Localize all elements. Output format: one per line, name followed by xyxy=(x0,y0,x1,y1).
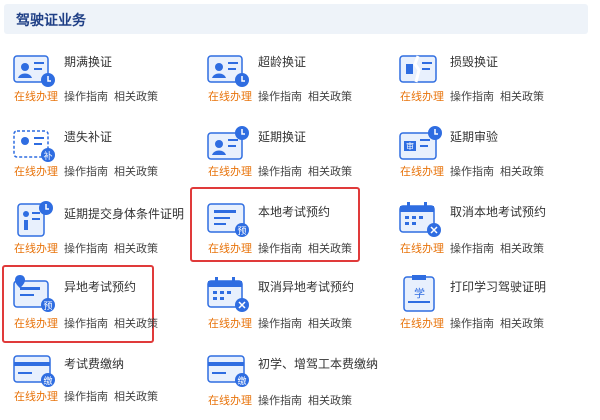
cancel-calendar-icon xyxy=(398,200,442,240)
remote-exam-icon: 预 xyxy=(12,275,56,315)
service-item[interactable]: 期满换证 在线办理 操作指南 相关政策 xyxy=(6,50,186,130)
service-item[interactable]: 审 延期审验 在线办理 操作指南 相关政策 xyxy=(392,125,572,205)
service-title: 延期换证 xyxy=(258,130,307,144)
guide-link[interactable]: 操作指南 xyxy=(258,394,302,407)
guide-link[interactable]: 操作指南 xyxy=(64,90,108,103)
service-item[interactable]: 延期提交身体条件证明 在线办理 操作指南 相关政策 xyxy=(6,200,186,280)
policy-link[interactable]: 相关政策 xyxy=(114,242,158,255)
online-handle-link[interactable]: 在线办理 xyxy=(14,90,58,103)
policy-link[interactable]: 相关政策 xyxy=(500,242,544,255)
service-item[interactable]: 损毁换证 在线办理 操作指南 相关政策 xyxy=(392,50,572,130)
service-title: 初学、增驾工本费缴纳 xyxy=(258,357,379,371)
svg-text:缴: 缴 xyxy=(237,375,246,387)
online-handle-link[interactable]: 在线办理 xyxy=(208,90,252,103)
policy-link[interactable]: 相关政策 xyxy=(308,165,352,178)
guide-link[interactable]: 操作指南 xyxy=(64,317,108,330)
policy-link[interactable]: 相关政策 xyxy=(308,317,352,330)
service-item[interactable]: 超龄换证 在线办理 操作指南 相关政策 xyxy=(200,50,380,130)
service-title: 损毁换证 xyxy=(450,55,499,69)
service-title: 遗失补证 xyxy=(64,130,113,144)
policy-link[interactable]: 相关政策 xyxy=(500,90,544,103)
service-item[interactable]: 学 打印学习驾驶证明 在线办理 操作指南 相关政策 xyxy=(392,275,572,355)
service-title: 延期审验 xyxy=(450,130,499,144)
policy-link[interactable]: 相关政策 xyxy=(308,242,352,255)
service-title: 期满换证 xyxy=(64,55,113,69)
policy-link[interactable]: 相关政策 xyxy=(500,165,544,178)
service-title: 打印学习驾驶证明 xyxy=(450,280,547,294)
service-item[interactable]: 延期换证 在线办理 操作指南 相关政策 xyxy=(200,125,380,205)
service-item[interactable]: 取消本地考试预约 在线办理 操作指南 相关政策 xyxy=(392,200,572,280)
online-handle-link[interactable]: 在线办理 xyxy=(400,317,444,330)
service-title: 考试费缴纳 xyxy=(64,357,125,371)
svg-text:审: 审 xyxy=(406,141,414,151)
extend-card-icon xyxy=(206,125,250,165)
guide-link[interactable]: 操作指南 xyxy=(450,242,494,255)
policy-link[interactable]: 相关政策 xyxy=(114,165,158,178)
print-learner-icon: 学 xyxy=(398,275,442,315)
cancel-calendar-icon xyxy=(206,275,250,315)
service-item[interactable]: 补 遗失补证 在线办理 操作指南 相关政策 xyxy=(6,125,186,205)
online-handle-link[interactable]: 在线办理 xyxy=(14,242,58,255)
section-header: 驾驶证业务 xyxy=(4,4,588,34)
online-handle-link[interactable]: 在线办理 xyxy=(400,165,444,178)
guide-link[interactable]: 操作指南 xyxy=(64,165,108,178)
damaged-card-icon xyxy=(398,50,442,90)
online-handle-link[interactable]: 在线办理 xyxy=(208,317,252,330)
service-title: 超龄换证 xyxy=(258,55,307,69)
extend-review-icon: 审 xyxy=(398,125,442,165)
service-title: 本地考试预约 xyxy=(258,205,331,219)
service-title: 异地考试预约 xyxy=(64,280,137,294)
guide-link[interactable]: 操作指南 xyxy=(258,317,302,330)
service-item[interactable]: 缴 初学、增驾工本费缴纳 在线办理 操作指南 相关政策 xyxy=(200,352,380,420)
service-title: 取消异地考试预约 xyxy=(258,280,355,294)
online-handle-link[interactable]: 在线办理 xyxy=(14,317,58,330)
guide-link[interactable]: 操作指南 xyxy=(258,242,302,255)
svg-text:补: 补 xyxy=(43,150,52,162)
local-exam-icon: 预 xyxy=(206,200,250,240)
policy-link[interactable]: 相关政策 xyxy=(114,90,158,103)
online-handle-link[interactable]: 在线办理 xyxy=(14,390,58,403)
service-item[interactable]: 取消异地考试预约 在线办理 操作指南 相关政策 xyxy=(200,275,380,355)
online-handle-link[interactable]: 在线办理 xyxy=(400,90,444,103)
guide-link[interactable]: 操作指南 xyxy=(258,90,302,103)
policy-link[interactable]: 相关政策 xyxy=(114,317,158,330)
service-item[interactable]: 缴 考试费缴纳 在线办理 操作指南 相关政策 xyxy=(6,352,186,420)
fee-payment-icon: 缴 xyxy=(206,352,250,392)
guide-link[interactable]: 操作指南 xyxy=(450,165,494,178)
svg-text:缴: 缴 xyxy=(43,375,52,387)
guide-link[interactable]: 操作指南 xyxy=(450,90,494,103)
online-handle-link[interactable]: 在线办理 xyxy=(208,394,252,407)
svg-text:学: 学 xyxy=(414,286,425,300)
policy-link[interactable]: 相关政策 xyxy=(308,90,352,103)
service-item[interactable]: 预 本地考试预约 在线办理 操作指南 相关政策 xyxy=(200,200,380,280)
guide-link[interactable]: 操作指南 xyxy=(64,242,108,255)
id-card-age-icon xyxy=(206,50,250,90)
policy-link[interactable]: 相关政策 xyxy=(308,394,352,407)
policy-link[interactable]: 相关政策 xyxy=(114,390,158,403)
online-handle-link[interactable]: 在线办理 xyxy=(208,242,252,255)
service-title: 延期提交身体条件证明 xyxy=(64,207,185,221)
health-proof-icon xyxy=(12,200,56,240)
policy-link[interactable]: 相关政策 xyxy=(500,317,544,330)
online-handle-link[interactable]: 在线办理 xyxy=(208,165,252,178)
guide-link[interactable]: 操作指南 xyxy=(258,165,302,178)
guide-link[interactable]: 操作指南 xyxy=(64,390,108,403)
section-title: 驾驶证业务 xyxy=(16,13,86,29)
service-item[interactable]: 预 异地考试预约 在线办理 操作指南 相关政策 xyxy=(6,275,186,355)
exam-fee-icon: 缴 xyxy=(12,352,56,392)
guide-link[interactable]: 操作指南 xyxy=(450,317,494,330)
online-handle-link[interactable]: 在线办理 xyxy=(400,242,444,255)
service-title: 取消本地考试预约 xyxy=(450,205,547,219)
id-card-person-icon xyxy=(12,50,56,90)
svg-text:预: 预 xyxy=(237,226,246,237)
online-handle-link[interactable]: 在线办理 xyxy=(14,165,58,178)
svg-text:预: 预 xyxy=(43,301,52,312)
lost-card-icon: 补 xyxy=(12,125,56,165)
